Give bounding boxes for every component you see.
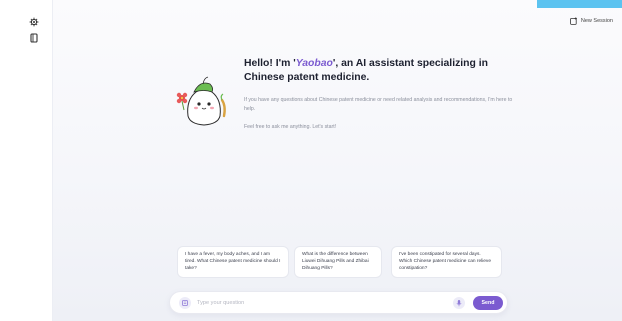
welcome-invite: Feel free to ask me anything. Let's star… bbox=[244, 124, 337, 130]
suggestion-card-2[interactable]: What is the difference between Liuwei Di… bbox=[294, 246, 382, 278]
attach-icon[interactable] bbox=[179, 297, 191, 309]
welcome-intro: If you have any questions about Chinese … bbox=[244, 97, 513, 112]
new-session-icon bbox=[570, 17, 577, 25]
suggestion-card-3[interactable]: I've been constipated for several days. … bbox=[391, 246, 502, 278]
book-icon[interactable] bbox=[29, 33, 39, 43]
assistant-name: Yaobao bbox=[295, 58, 333, 69]
welcome-heading: Hello! I'm 'Yaobao', an AI assistant spe… bbox=[244, 57, 524, 85]
microphone-icon[interactable] bbox=[453, 297, 465, 309]
suggestion-card-1[interactable]: I have a fever, my body aches, and I am … bbox=[177, 246, 289, 278]
question-input[interactable] bbox=[197, 297, 397, 309]
new-session-label: New Session bbox=[580, 18, 613, 24]
settings-icon[interactable] bbox=[29, 17, 39, 27]
new-session-button[interactable]: New Session bbox=[570, 17, 613, 25]
send-button[interactable]: Send bbox=[473, 296, 503, 310]
corner-accent bbox=[537, 0, 622, 8]
greeting-prefix: Hello! I'm ' bbox=[244, 58, 296, 69]
sidebar bbox=[0, 0, 52, 321]
mascot-image bbox=[170, 70, 238, 132]
composer: Send bbox=[169, 291, 508, 314]
